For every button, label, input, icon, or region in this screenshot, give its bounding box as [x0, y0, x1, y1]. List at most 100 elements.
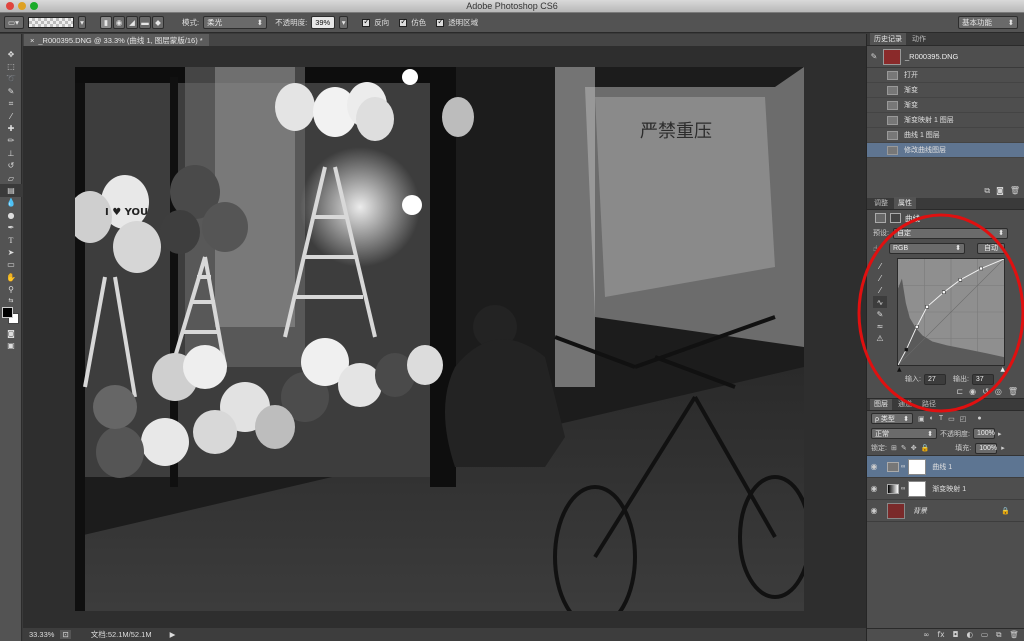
- workspace-select[interactable]: 基本功能 ⬍: [958, 16, 1018, 29]
- link-layers-icon[interactable]: ∞: [923, 630, 929, 640]
- close-tab-icon[interactable]: ×: [30, 36, 34, 45]
- transparency-checkbox[interactable]: [436, 17, 445, 27]
- history-item[interactable]: 修改曲线图层: [867, 143, 1024, 158]
- target-adjust-icon[interactable]: ☝: [873, 244, 885, 253]
- visibility-eye-icon[interactable]: ◉: [867, 506, 881, 515]
- gray-point-eyedropper-icon[interactable]: ⁄: [873, 272, 887, 284]
- tab-actions[interactable]: 动作: [908, 33, 930, 45]
- shape-filter-icon[interactable]: ▭: [948, 415, 955, 423]
- filter-toggle-icon[interactable]: ●: [977, 415, 981, 422]
- layer-opacity-arrow-icon[interactable]: ▸: [998, 430, 1002, 438]
- new-adjustment-icon[interactable]: ◐: [966, 630, 973, 640]
- history-item[interactable]: 渐变: [867, 98, 1024, 113]
- curve-control-point[interactable]: [904, 347, 909, 352]
- lock-transparent-icon[interactable]: ⊞: [891, 444, 897, 452]
- curve-control-point[interactable]: [979, 266, 983, 271]
- delete-layer-icon[interactable]: 🗑: [1009, 630, 1019, 640]
- screen-mode-icon[interactable]: ▣: [0, 339, 22, 351]
- gradient-preview[interactable]: [28, 17, 74, 28]
- reflected-gradient-icon[interactable]: ▬: [139, 16, 151, 29]
- crop-tool-icon[interactable]: ⌗: [0, 98, 22, 110]
- quick-mask-icon[interactable]: ◙: [0, 327, 22, 339]
- tab-paths[interactable]: 路径: [918, 398, 940, 410]
- fill-input[interactable]: 100%: [975, 442, 998, 454]
- reset-icon[interactable]: ↺: [982, 387, 989, 396]
- visibility-icon[interactable]: ◎: [995, 387, 1002, 396]
- history-item[interactable]: 渐变: [867, 83, 1024, 98]
- input-slider-markers[interactable]: ▲ ▲: [897, 366, 1005, 373]
- curve-control-point[interactable]: [942, 290, 946, 294]
- curve-control-point[interactable]: [925, 305, 929, 309]
- lock-image-icon[interactable]: ✎: [901, 444, 907, 452]
- layer-mask-thumbnail[interactable]: [908, 480, 927, 497]
- chain-icon[interactable]: ∞: [901, 486, 905, 492]
- angle-gradient-icon[interactable]: ◢: [126, 16, 138, 29]
- layer-row[interactable]: ◉ 背景 🔒: [867, 500, 1024, 522]
- trash-icon[interactable]: 🗑: [1010, 186, 1020, 196]
- layer-mask-icon[interactable]: [890, 213, 901, 223]
- smart-object-filter-icon[interactable]: ◰: [960, 415, 967, 423]
- gradient-dropdown-icon[interactable]: ▾: [78, 16, 86, 29]
- lock-position-icon[interactable]: ✥: [911, 444, 917, 452]
- reverse-checkbox[interactable]: [362, 17, 371, 27]
- layer-row[interactable]: ◉ ∞ 渐变映射 1: [867, 478, 1024, 500]
- tab-history[interactable]: 历史记录: [870, 33, 906, 45]
- history-brush-tool-icon[interactable]: ↺: [0, 160, 22, 172]
- status-arrow-icon[interactable]: ▶: [170, 630, 176, 639]
- curve-control-point[interactable]: [915, 325, 919, 329]
- layer-row[interactable]: ◉ ∞ 曲线 1: [867, 456, 1024, 478]
- shape-tool-icon[interactable]: ▭: [0, 259, 22, 271]
- marquee-tool-icon[interactable]: ⬚: [0, 60, 22, 72]
- black-point-eyedropper-icon[interactable]: ⁄: [873, 260, 887, 272]
- brush-tool-icon[interactable]: ✏: [0, 135, 22, 147]
- curve-control-point[interactable]: [958, 278, 963, 282]
- tab-channels[interactable]: 通道: [894, 398, 916, 410]
- opacity-slider-toggle[interactable]: ▾: [339, 16, 349, 29]
- adjustment-filter-icon[interactable]: ◐: [930, 415, 934, 422]
- clipping-warning-icon[interactable]: ⚠: [873, 332, 887, 344]
- curve-point-tool-icon[interactable]: ∿: [873, 296, 887, 308]
- white-point-eyedropper-icon[interactable]: ⁄: [873, 284, 887, 296]
- dither-checkbox[interactable]: [399, 17, 408, 27]
- foreground-color-swatch[interactable]: [2, 306, 13, 318]
- diamond-gradient-icon[interactable]: ◆: [152, 16, 164, 29]
- input-field[interactable]: 27: [923, 373, 946, 385]
- tool-preset-picker[interactable]: ▭▾: [4, 16, 24, 29]
- layer-kind-select[interactable]: ρ 类型 ⬍: [871, 413, 913, 424]
- clone-stamp-tool-icon[interactable]: ⊥: [0, 147, 22, 159]
- history-item[interactable]: 渐变映射 1 图层: [867, 113, 1024, 128]
- pixel-filter-icon[interactable]: ▣: [918, 415, 925, 423]
- chain-icon[interactable]: ∞: [901, 464, 905, 470]
- eraser-tool-icon[interactable]: ▱: [0, 172, 22, 184]
- lock-all-icon[interactable]: 🔒: [921, 444, 930, 452]
- tab-properties[interactable]: 属性: [894, 197, 916, 209]
- document-image[interactable]: 严禁重压 I ♥ YOU: [75, 67, 804, 611]
- document-tab[interactable]: × _R000395.DNG @ 33.3% (曲线 1, 图层蒙版/16) *: [24, 34, 209, 46]
- new-layer-icon[interactable]: ⧉: [996, 630, 1001, 640]
- move-tool-icon[interactable]: ✥: [0, 48, 22, 60]
- pencil-tool-icon[interactable]: ✎: [873, 308, 887, 320]
- delete-adjustment-icon[interactable]: 🗑: [1008, 387, 1018, 396]
- auto-button[interactable]: 自动: [977, 242, 1005, 254]
- quick-select-tool-icon[interactable]: ✎: [0, 85, 22, 97]
- history-item[interactable]: 打开: [867, 68, 1024, 83]
- zoom-level[interactable]: 33.33%: [29, 630, 54, 639]
- status-menu-icon[interactable]: ⊡: [60, 630, 71, 639]
- fill-arrow-icon[interactable]: ▸: [1001, 444, 1005, 452]
- lasso-tool-icon[interactable]: ➰: [0, 73, 22, 85]
- new-document-from-state-icon[interactable]: ⧉: [984, 186, 990, 196]
- smooth-curve-icon[interactable]: ≈: [873, 320, 887, 332]
- dodge-tool-icon[interactable]: ●: [0, 209, 22, 221]
- white-slider-icon[interactable]: ▲: [1000, 366, 1005, 373]
- view-previous-icon[interactable]: ◉: [969, 387, 976, 396]
- zoom-tool-icon[interactable]: ⚲: [0, 283, 22, 295]
- new-group-icon[interactable]: ▭: [981, 630, 988, 640]
- add-mask-icon[interactable]: ◘: [953, 630, 959, 640]
- linear-gradient-icon[interactable]: ▮: [100, 16, 112, 29]
- curves-graph[interactable]: [897, 258, 1005, 366]
- history-snapshot[interactable]: ✎ _R000395.DNG: [867, 46, 1024, 68]
- blend-mode-select[interactable]: 正常 ⬍: [871, 428, 937, 439]
- tab-layers[interactable]: 图层: [870, 398, 892, 410]
- output-field[interactable]: 37: [971, 373, 994, 385]
- gradient-tool-icon[interactable]: ▤: [0, 184, 22, 197]
